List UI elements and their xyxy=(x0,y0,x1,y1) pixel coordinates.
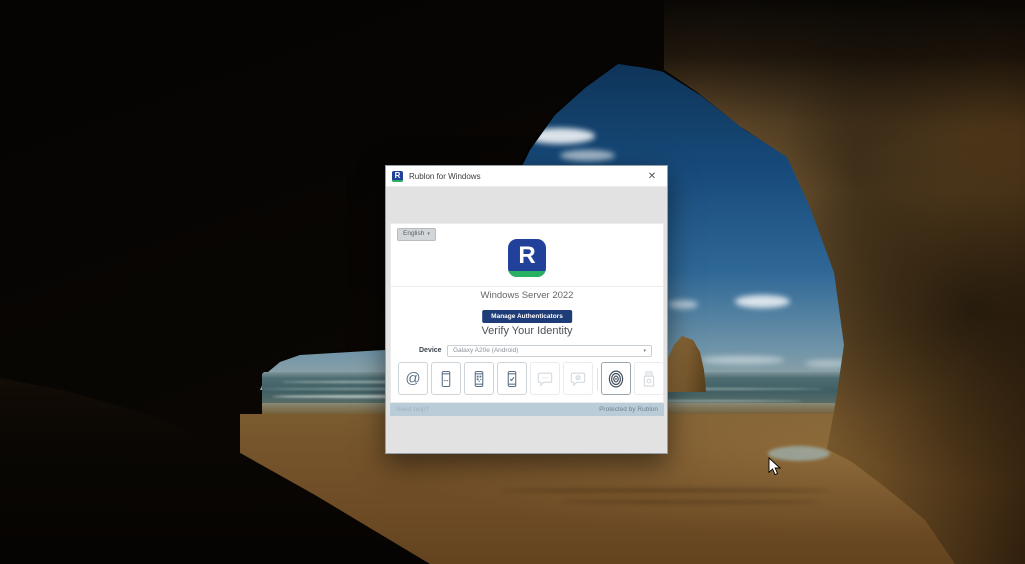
desktop: R Rublon for Windows ✕ English ▾ R Windo xyxy=(0,0,1025,564)
dialog-content: English ▾ R Windows Server 2022 Manage A… xyxy=(386,187,667,452)
device-label: Device xyxy=(419,347,439,354)
device-select-value: Galaxy A20e (Android) xyxy=(453,347,643,354)
need-help-link[interactable]: Need help? xyxy=(396,406,429,413)
chat-dots-icon xyxy=(535,369,555,389)
cloud xyxy=(700,356,785,364)
auth-method-qr-code-button[interactable] xyxy=(464,362,494,395)
auth-methods-row: @ xyxy=(398,362,667,395)
rublon-logo-icon: R xyxy=(392,171,403,182)
mouse-cursor xyxy=(768,457,781,476)
window-title: Rublon for Windows xyxy=(409,172,637,181)
auth-method-security-key-button xyxy=(634,362,664,395)
cloud xyxy=(668,300,698,309)
manage-authenticators-button[interactable]: Manage Authenticators xyxy=(482,310,572,323)
close-icon: ✕ xyxy=(648,171,656,182)
logo-green-stripe xyxy=(508,271,546,277)
phone-check-icon xyxy=(502,369,522,389)
logo-letter: R xyxy=(518,244,535,268)
chat-phone-icon xyxy=(568,369,588,389)
footer-bar: Need help? Protected by Rublon xyxy=(390,403,664,416)
method-group-separator xyxy=(597,368,598,390)
phone-dots-icon xyxy=(436,369,456,389)
protected-by-rublon-label: Protected by Rublon xyxy=(599,406,658,413)
auth-card: English ▾ R Windows Server 2022 Manage A… xyxy=(390,223,664,403)
auth-method-sms-passcode-button xyxy=(530,362,560,395)
auth-method-phone-call-button xyxy=(563,362,593,395)
auth-method-mobile-passcode-button[interactable] xyxy=(431,362,461,395)
sand-ripple xyxy=(560,500,820,504)
usb-key-icon xyxy=(639,369,659,389)
verify-identity-heading: Verify Your Identity xyxy=(391,325,663,337)
chevron-down-icon: ▾ xyxy=(643,348,646,354)
hostname-text: Windows Server 2022 xyxy=(391,290,663,301)
phone-qr-icon xyxy=(469,369,489,389)
language-label: English xyxy=(403,231,424,238)
rublon-logo: R xyxy=(508,239,546,277)
title-bar[interactable]: R Rublon for Windows ✕ xyxy=(386,166,667,187)
auth-method-fingerprint-webauthn-button[interactable] xyxy=(601,362,631,395)
logo-green-stripe xyxy=(392,180,403,182)
cloud xyxy=(735,295,790,308)
logo-letter: R xyxy=(395,172,401,180)
auth-method-mobile-push-button[interactable] xyxy=(497,362,527,395)
close-button[interactable]: ✕ xyxy=(637,166,667,186)
rublon-dialog-window: R Rublon for Windows ✕ English ▾ R Windo xyxy=(385,165,668,454)
chevron-down-icon: ▾ xyxy=(427,232,430,237)
auth-method-email-link-button[interactable]: @ xyxy=(398,362,428,395)
language-dropdown-button[interactable]: English ▾ xyxy=(397,228,436,241)
fingerprint-icon xyxy=(605,368,627,390)
device-row: Device Galaxy A20e (Android) ▾ xyxy=(391,344,663,357)
divider xyxy=(391,286,663,287)
device-select[interactable]: Galaxy A20e (Android) ▾ xyxy=(447,345,652,357)
at-sign-icon: @ xyxy=(405,370,420,388)
cloud xyxy=(560,150,615,161)
sand-ripple xyxy=(500,488,830,493)
